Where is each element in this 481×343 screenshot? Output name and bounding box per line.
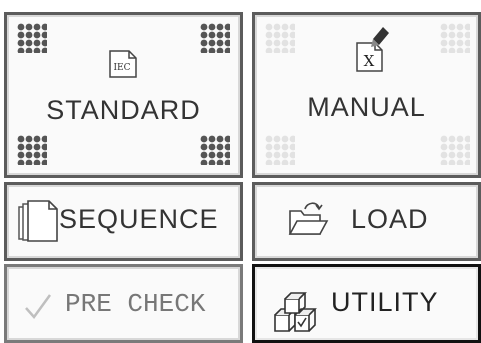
standard-button-label: STANDARD (46, 95, 201, 125)
manual-x-document-icon: X (351, 25, 391, 77)
svg-text:X: X (364, 52, 375, 70)
utility-button-label: UTILITY (331, 287, 439, 317)
load-button[interactable]: LOAD (252, 182, 481, 261)
utility-button[interactable]: UTILITY (252, 264, 481, 343)
dots-decoration-icon (265, 23, 299, 57)
dots-decoration-icon (200, 135, 234, 169)
dots-decoration-icon (17, 23, 51, 57)
dots-decoration-icon (440, 23, 474, 57)
manual-button[interactable]: X MANUAL (252, 12, 481, 178)
pre-check-button[interactable]: PRE CHECK (4, 264, 243, 343)
dots-decoration-icon (440, 135, 474, 169)
standard-button[interactable]: IEC STANDARD (4, 12, 243, 178)
manual-button-label: MANUAL (307, 92, 426, 122)
dots-decoration-icon (200, 23, 234, 57)
cubes-icon (271, 291, 319, 341)
dots-decoration-icon (265, 135, 299, 169)
iec-document-icon: IEC (107, 49, 139, 83)
checkmark-icon (23, 291, 53, 325)
load-button-label: LOAD (351, 204, 429, 234)
sequence-button-label: SEQUENCE (59, 204, 219, 234)
svg-text:IEC: IEC (113, 63, 130, 73)
open-folder-icon (287, 199, 329, 243)
stacked-pages-icon (17, 199, 63, 247)
dots-decoration-icon (17, 135, 51, 169)
sequence-button[interactable]: SEQUENCE (4, 182, 243, 261)
pre-check-button-label: PRE CHECK (65, 289, 206, 319)
